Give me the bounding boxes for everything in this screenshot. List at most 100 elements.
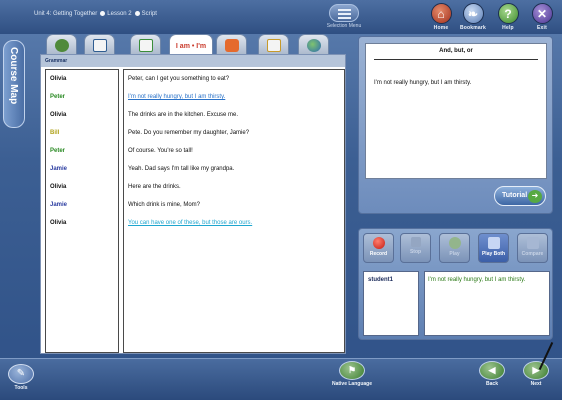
native-language-button[interactable]: ⚑ Native Language — [322, 361, 382, 387]
dialogue-column: Peter, can I get you something to eat? I… — [123, 69, 345, 353]
menu-icon — [329, 4, 359, 22]
tab-culture[interactable] — [216, 34, 247, 55]
selection-menu-button[interactable]: Selection Menu — [318, 4, 370, 32]
bookmark-button[interactable]: ❧ Bookmark — [458, 3, 488, 34]
dialogue-line: Which drink is mine, Mom? — [128, 202, 201, 208]
compare-icon — [526, 237, 539, 249]
speaker-column: Olivia Peter Olivia Bill Peter Jamie Oli… — [45, 69, 119, 353]
play-both-icon — [487, 237, 500, 249]
record-icon — [372, 237, 385, 249]
bullet-icon — [100, 11, 106, 16]
grammar-note-title: And, but, or — [439, 48, 473, 54]
globe-icon — [306, 39, 321, 52]
speaker-name: Olivia — [50, 184, 67, 190]
arrow-right-icon: ▶ — [523, 361, 549, 380]
help-icon: ? — [497, 3, 519, 24]
response-box: I'm not really hungry, but I am thirsty. — [424, 271, 550, 336]
tab-world[interactable] — [298, 34, 329, 55]
bullet-icon — [134, 11, 140, 16]
section-label: Grammar — [41, 55, 345, 67]
tab-document[interactable] — [84, 34, 115, 55]
close-icon: ✕ — [531, 3, 553, 24]
tab-grammar[interactable]: I am • I'm — [169, 34, 213, 56]
record-button[interactable]: Record — [363, 233, 394, 263]
speaker-name: Olivia — [50, 112, 67, 118]
exit-button[interactable]: ✕ Exit — [527, 3, 557, 34]
script-panel: Grammar Olivia Peter Olivia Bill Peter J… — [40, 54, 346, 354]
play-both-label: Play Both — [481, 251, 506, 257]
back-label: Back — [486, 381, 498, 387]
speaker-name: Bill — [50, 130, 60, 136]
writing-icon — [266, 39, 281, 52]
dialogue-line: Yeah. Dad says I'm tall like my grandpa. — [128, 166, 235, 172]
grammar-note-text: I'm not really hungry, but I am thirsty. — [374, 80, 472, 86]
speaker-name: Olivia — [50, 76, 67, 82]
speaker-name: Peter — [50, 148, 66, 154]
home-label: Home — [433, 25, 449, 31]
culture-icon — [224, 39, 239, 52]
compare-label: Compare — [521, 251, 544, 257]
dialogue-line: Peter, can I get you something to eat? — [128, 76, 230, 82]
breadcrumb-section: Script — [141, 11, 157, 18]
arrow-left-icon: ◀ — [479, 361, 505, 380]
arrow-right-icon: ➜ — [528, 190, 542, 203]
stop-icon — [410, 237, 421, 247]
next-button[interactable]: ▶ Next — [518, 361, 554, 387]
selection-menu-label: Selection Menu — [326, 23, 362, 29]
document-icon — [92, 39, 107, 52]
tab-turtle[interactable] — [46, 34, 77, 55]
breadcrumb-unit: Unit 4: Getting Together — [34, 11, 98, 18]
response-text: I'm not really hungry, but I am thirsty. — [428, 277, 526, 283]
compare-button[interactable]: Compare — [517, 233, 548, 263]
bookmark-label: Bookmark — [459, 25, 487, 31]
bookmark-icon: ❧ — [462, 3, 484, 24]
grammar-note-panel: And, but, or I'm not really hungry, but … — [358, 36, 553, 214]
next-label: Next — [530, 381, 542, 387]
notes-icon — [138, 39, 153, 52]
help-label: Help — [502, 25, 514, 31]
grammar-note-card: And, but, or I'm not really hungry, but … — [365, 43, 547, 179]
dialogue-line: The drinks are in the kitchen. Excuse me… — [128, 112, 239, 118]
tab-grammar-label: I am • I'm — [175, 43, 207, 50]
native-language-label: Native Language — [331, 381, 372, 387]
help-button[interactable]: ? Help — [493, 3, 523, 34]
student-name[interactable]: student1 — [368, 277, 393, 283]
tab-notes[interactable] — [130, 34, 161, 55]
recorder-panel: Record Stop Play Play Both Compare stude… — [358, 228, 553, 340]
play-button[interactable]: Play — [439, 233, 470, 263]
home-icon: ⌂ — [430, 3, 452, 24]
turtle-icon — [54, 39, 69, 52]
stop-button[interactable]: Stop — [400, 233, 431, 263]
tools-button[interactable]: ✎ Tools — [6, 364, 36, 398]
dialogue-line: Of course. You're so tall! — [128, 148, 193, 154]
dialogue-line: Pete. Do you remember my daughter, Jamie… — [128, 130, 250, 136]
back-button[interactable]: ◀ Back — [474, 361, 510, 387]
play-icon — [448, 237, 461, 249]
dialogue-line-link[interactable]: You can have one of these, but those are… — [128, 220, 252, 226]
exit-label: Exit — [537, 25, 547, 31]
app-window: Unit 4: Getting Together Lesson 2 Script S… — [0, 0, 562, 400]
tutorial-label: Tutorial — [502, 192, 528, 199]
speaker-name: Olivia — [50, 220, 67, 226]
tutorial-button[interactable]: Tutorial ➜ — [494, 186, 546, 206]
breadcrumb: Unit 4: Getting Together Lesson 2 Script — [34, 11, 157, 17]
home-button[interactable]: ⌂ Home — [426, 3, 456, 34]
wrench-icon: ✎ — [8, 364, 34, 384]
flag-icon: ⚑ — [339, 361, 365, 380]
course-map-tab[interactable]: Course Map — [3, 40, 25, 128]
speaker-name: Peter — [50, 94, 66, 100]
play-both-button[interactable]: Play Both — [478, 233, 509, 263]
record-label: Record — [369, 251, 388, 257]
tab-writing[interactable] — [258, 34, 289, 55]
dialogue-line-link[interactable]: I'm not really hungry, but I am thirsty. — [128, 94, 225, 100]
dialogue-line: Here are the drinks. — [128, 184, 181, 190]
student-list[interactable]: student1 — [363, 271, 419, 336]
stop-label: Stop — [409, 249, 422, 255]
speaker-name: Jamie — [50, 202, 68, 208]
breadcrumb-lesson: Lesson 2 — [107, 11, 132, 18]
divider — [374, 59, 538, 60]
speaker-name: Jamie — [50, 166, 68, 172]
play-label: Play — [449, 251, 460, 257]
tools-label: Tools — [14, 385, 28, 391]
course-map-label: Course Map — [8, 47, 19, 105]
